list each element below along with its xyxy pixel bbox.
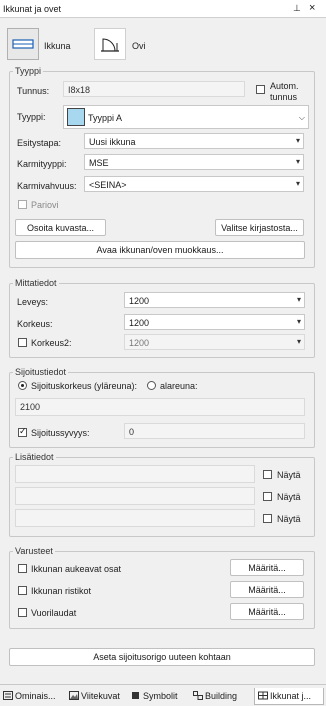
tunnus-field[interactable]: I8x18 — [63, 81, 245, 97]
window-type-label: Ikkuna — [44, 41, 71, 51]
panel-titlebar: Ikkunat ja ovet ⊥ × — [0, 0, 326, 18]
valitse-kirjastosta-button[interactable]: Valitse kirjastosta... — [215, 219, 304, 236]
ristikot-checkbox[interactable] — [18, 586, 27, 595]
korkeus2-dropdown[interactable]: 1200 ▾ — [124, 334, 305, 350]
vuorilaudat-label: Vuorilaudat — [31, 608, 77, 618]
sijoitussyvyys-label: Sijoitussyvyys: — [31, 428, 90, 438]
tab-building[interactable]: Building — [193, 688, 237, 705]
vuorilaudat-checkbox[interactable] — [18, 608, 27, 617]
windows-doors-icon — [258, 691, 268, 700]
autom-label-2: tunnus — [270, 92, 298, 102]
korkeus2-value: 1200 — [129, 338, 150, 348]
close-icon[interactable]: × — [309, 2, 315, 14]
nayta-checkbox-3[interactable] — [263, 514, 272, 523]
karmityyppi-label: Karmityyppi: — [17, 159, 67, 169]
tab-label: Ominais... — [15, 691, 56, 701]
type-color-swatch — [67, 108, 85, 126]
tyyppi-value: Tyyppi A — [88, 113, 123, 123]
door-type-label: Ovi — [132, 41, 146, 51]
panel-title: Ikkunat ja ovet — [3, 4, 62, 14]
mittatiedot-legend: Mittatiedot — [13, 278, 59, 288]
nayta-checkbox-2[interactable] — [263, 492, 272, 501]
tab-label: Ikkunat j... — [270, 691, 312, 701]
tab-symbolit[interactable]: Symbolit — [131, 688, 178, 705]
ylareuna-radio[interactable] — [18, 381, 27, 390]
tyyppi-legend: Tyyppi — [13, 66, 44, 76]
varusteet-legend: Varusteet — [13, 546, 55, 556]
korkeus-label: Korkeus: — [17, 319, 53, 329]
korkeus-value: 1200 — [129, 318, 150, 328]
esitystapa-dropdown[interactable]: Uusi ikkuna ▾ — [84, 133, 304, 149]
karmivahvuus-value: <SEINA> — [89, 180, 127, 190]
dropdown-arrow-icon: ▾ — [296, 337, 301, 346]
symbols-icon — [132, 692, 139, 699]
leveys-value: 1200 — [129, 296, 150, 306]
reference-images-icon — [69, 691, 79, 700]
sijoitussyvyys-checkbox[interactable] — [18, 426, 27, 437]
aseta-sijoitusorigo-button[interactable]: Aseta sijoitusorigo uuteen kohtaan — [9, 648, 315, 666]
tyyppi-dropdown[interactable]: Tyyppi A ⌵ — [63, 105, 309, 129]
lisatieto-field-2[interactable] — [15, 487, 255, 505]
ristikot-maarita-button[interactable]: Määritä... — [230, 581, 304, 598]
vuorilaudat-maarita-button[interactable]: Määritä... — [230, 603, 304, 620]
dropdown-arrow-icon: ▾ — [295, 179, 300, 188]
leveys-dropdown[interactable]: 1200 ▾ — [124, 292, 305, 308]
sijoitustiedot-legend: Sijoitustiedot — [13, 367, 69, 377]
properties-icon — [3, 691, 13, 700]
lisatiedot-legend: Lisätiedot — [13, 452, 56, 462]
autom-tunnus-checkbox[interactable] — [256, 85, 265, 94]
nayta-label-3: Näytä — [277, 514, 301, 524]
osoita-kuvasta-button[interactable]: Osoita kuvasta... — [15, 219, 106, 236]
chevron-down-icon: ⌵ — [298, 113, 305, 122]
aukeavat-osat-label: Ikkunan aukeavat osat — [31, 564, 122, 574]
nayta-label-2: Näytä — [277, 492, 301, 502]
aukeavat-osat-checkbox[interactable] — [18, 564, 27, 573]
korkeus-dropdown[interactable]: 1200 ▾ — [124, 314, 305, 330]
nayta-checkbox-1[interactable] — [263, 470, 272, 479]
leveys-label: Leveys: — [17, 297, 49, 307]
door-icon — [101, 38, 119, 52]
sijoitussyvyys-field[interactable]: 0 — [124, 423, 305, 439]
avaa-muokkaus-button[interactable]: Avaa ikkunan/oven muokkaus... — [15, 241, 305, 259]
esitystapa-label: Esitystapa: — [17, 138, 62, 148]
tyyppi-label: Tyyppi: — [17, 112, 46, 122]
dropdown-arrow-icon: ▾ — [295, 157, 300, 166]
tunnus-label: Tunnus: — [17, 86, 50, 96]
lisatieto-field-1[interactable] — [15, 465, 255, 483]
dropdown-arrow-icon: ▾ — [296, 317, 301, 326]
nayta-label-1: Näytä — [277, 470, 301, 480]
esitystapa-value: Uusi ikkuna — [89, 137, 136, 147]
sijoituskorkeus-field[interactable]: 2100 — [15, 398, 305, 416]
dropdown-arrow-icon: ▾ — [296, 295, 301, 304]
bottom-tab-bar: Ominais... Viitekuvat Symbolit Building … — [0, 684, 326, 706]
ristikot-label: Ikkunan ristikot — [31, 586, 92, 596]
alareuna-label: alareuna: — [160, 381, 198, 391]
korkeus2-label: Korkeus2: — [31, 338, 72, 348]
karmivahvuus-dropdown[interactable]: <SEINA> ▾ — [84, 176, 304, 192]
tab-ominaisuudet[interactable]: Ominais... — [3, 688, 56, 705]
tab-label: Building — [205, 691, 238, 701]
karmityyppi-dropdown[interactable]: MSE ▾ — [84, 154, 304, 170]
window-type-button[interactable] — [7, 28, 39, 60]
tab-label: Symbolit — [143, 691, 178, 701]
pin-icon[interactable]: ⊥ — [293, 3, 301, 14]
building-icon — [193, 691, 203, 700]
door-type-button[interactable] — [94, 28, 126, 60]
karmityyppi-value: MSE — [89, 158, 109, 168]
alareuna-radio[interactable] — [147, 381, 156, 390]
korkeus2-checkbox[interactable] — [18, 338, 27, 347]
dropdown-arrow-icon: ▾ — [295, 136, 300, 145]
karmivahvuus-label: Karmivahvuus: — [17, 181, 77, 191]
tab-label: Viitekuvat — [81, 691, 120, 701]
lisatieto-field-3[interactable] — [15, 509, 255, 527]
pariovi-checkbox[interactable] — [18, 200, 27, 209]
window-icon — [12, 39, 34, 49]
autom-label-1: Autom. — [270, 81, 299, 91]
aukeavat-osat-maarita-button[interactable]: Määritä... — [230, 559, 304, 576]
tab-ikkunat-ja-ovet[interactable]: Ikkunat j... — [254, 688, 324, 705]
pariovi-label: Pariovi — [31, 200, 59, 210]
tab-viitekuvat[interactable]: Viitekuvat — [69, 688, 120, 705]
ylareuna-label: Sijoituskorkeus (yläreuna): — [31, 381, 138, 391]
